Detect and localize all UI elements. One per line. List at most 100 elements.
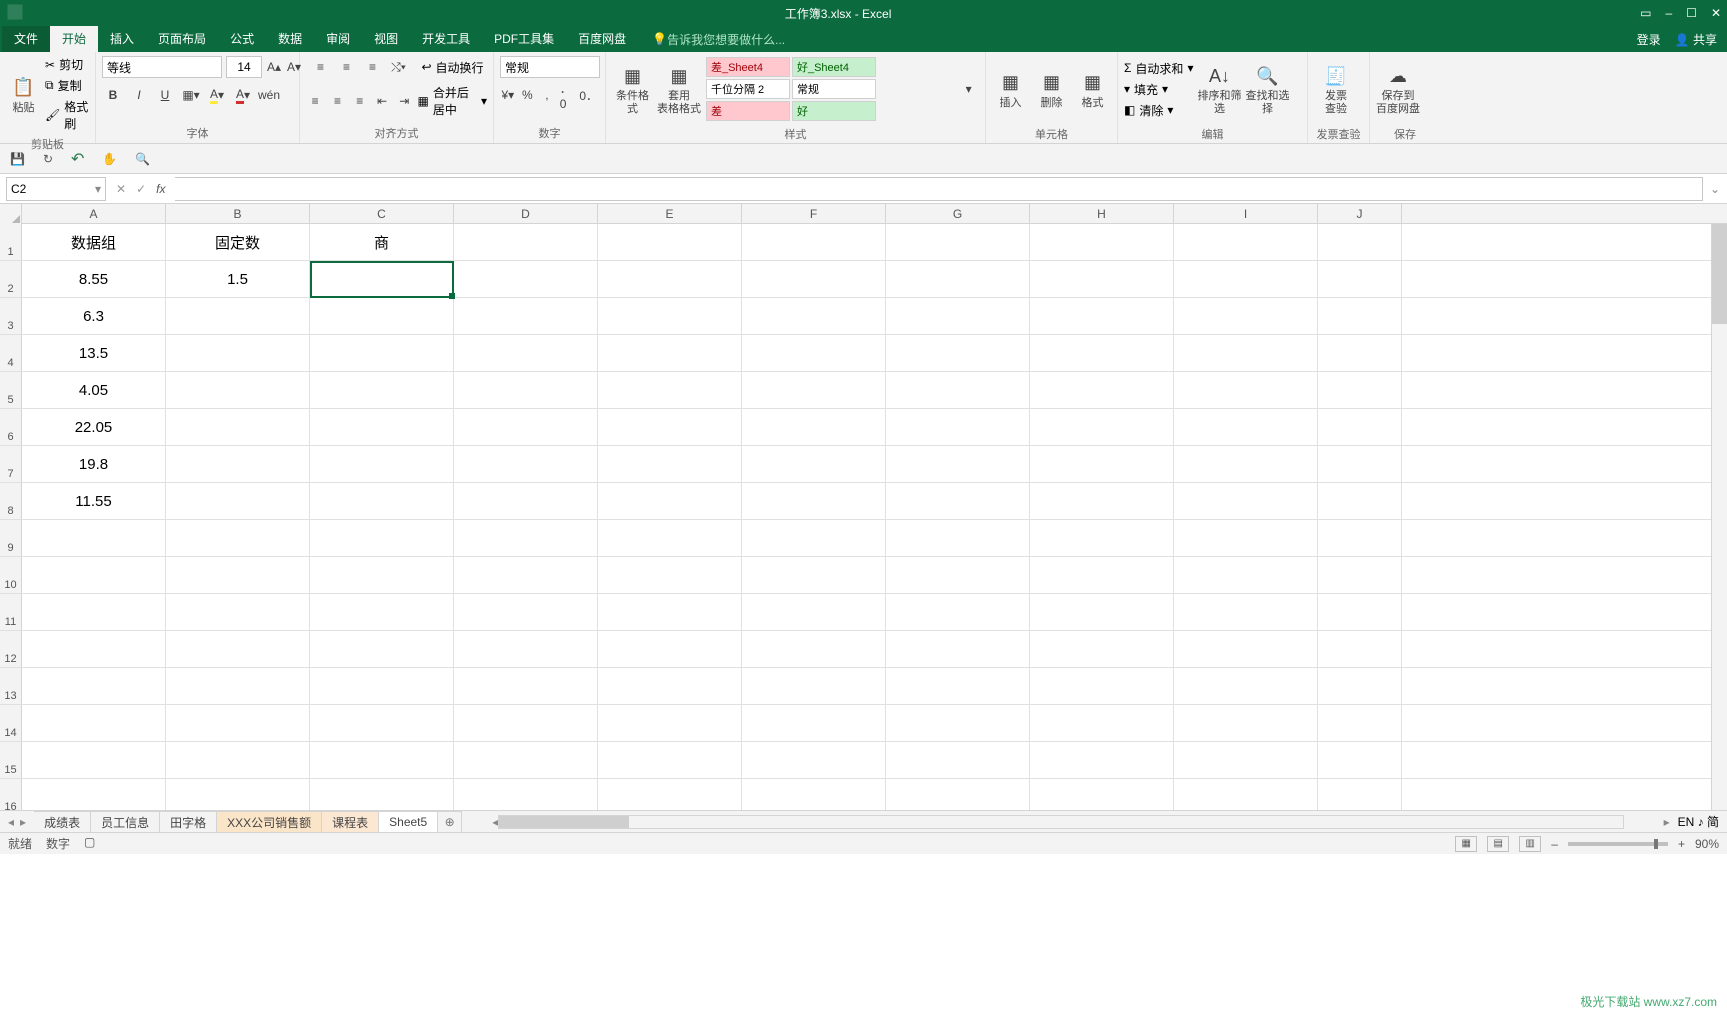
cell-H6[interactable]: [1030, 409, 1174, 445]
tab-formula[interactable]: 公式: [218, 26, 266, 52]
cell-E7[interactable]: [598, 446, 742, 482]
cell-J14[interactable]: [1318, 705, 1402, 741]
fx-icon[interactable]: fx: [156, 182, 165, 196]
cell-F16[interactable]: [742, 779, 886, 810]
cell-F15[interactable]: [742, 742, 886, 778]
tab-baidu[interactable]: 百度网盘: [566, 26, 638, 52]
cell-H7[interactable]: [1030, 446, 1174, 482]
cell-C14[interactable]: [310, 705, 454, 741]
phonetic-button[interactable]: wén: [258, 84, 280, 106]
insert-cells-button[interactable]: ▦插入: [992, 56, 1029, 122]
cell-D14[interactable]: [454, 705, 598, 741]
row-header[interactable]: 5: [0, 372, 22, 408]
cell-F1[interactable]: [742, 224, 886, 260]
sheet-nav-last-icon[interactable]: ▸: [20, 815, 26, 829]
cell-F9[interactable]: [742, 520, 886, 556]
bold-button[interactable]: B: [102, 84, 124, 106]
style-good[interactable]: 好: [792, 101, 876, 121]
sheet-tab-3[interactable]: 田字格: [160, 811, 217, 832]
row-header[interactable]: 7: [0, 446, 22, 482]
record-macro-icon[interactable]: ▢: [84, 835, 95, 852]
cell-C16[interactable]: [310, 779, 454, 810]
cell-E5[interactable]: [598, 372, 742, 408]
cell-G2[interactable]: [886, 261, 1030, 297]
cell-G13[interactable]: [886, 668, 1030, 704]
tab-dev[interactable]: 开发工具: [410, 26, 482, 52]
cell-E11[interactable]: [598, 594, 742, 630]
cell-G15[interactable]: [886, 742, 1030, 778]
style-normal[interactable]: 常规: [792, 79, 876, 99]
cell-H2[interactable]: [1030, 261, 1174, 297]
view-pagelayout-button[interactable]: ▤: [1487, 836, 1509, 852]
cell-J9[interactable]: [1318, 520, 1402, 556]
cell-C15[interactable]: [310, 742, 454, 778]
cell-I5[interactable]: [1174, 372, 1318, 408]
row-header[interactable]: 2: [0, 261, 22, 297]
view-pagebreak-button[interactable]: ▥: [1519, 836, 1541, 852]
minimize-icon[interactable]: –: [1665, 6, 1672, 20]
cell-A11[interactable]: [22, 594, 166, 630]
align-right-button[interactable]: ≡: [351, 90, 369, 112]
comma-button[interactable]: ,: [539, 84, 555, 106]
cell-B5[interactable]: [166, 372, 310, 408]
cell-C4[interactable]: [310, 335, 454, 371]
tab-view[interactable]: 视图: [362, 26, 410, 52]
cell-A9[interactable]: [22, 520, 166, 556]
fill-button[interactable]: ▾填充▾: [1124, 81, 1193, 98]
cell-H4[interactable]: [1030, 335, 1174, 371]
cell-E13[interactable]: [598, 668, 742, 704]
col-header-H[interactable]: H: [1030, 204, 1174, 223]
cell-B12[interactable]: [166, 631, 310, 667]
cell-A1[interactable]: 数据组: [22, 224, 166, 260]
merge-button[interactable]: ▦合并后居中▾: [417, 84, 487, 118]
cell-B15[interactable]: [166, 742, 310, 778]
cell-E10[interactable]: [598, 557, 742, 593]
cell-G6[interactable]: [886, 409, 1030, 445]
cell-C13[interactable]: [310, 668, 454, 704]
preview-button[interactable]: 🔍: [135, 152, 150, 166]
cell-J10[interactable]: [1318, 557, 1402, 593]
cell-J13[interactable]: [1318, 668, 1402, 704]
cell-F13[interactable]: [742, 668, 886, 704]
cell-H16[interactable]: [1030, 779, 1174, 810]
tell-me[interactable]: 💡 告诉我您想要做什么...: [652, 26, 785, 52]
share-button[interactable]: 👤 共享: [1675, 31, 1717, 48]
col-header-F[interactable]: F: [742, 204, 886, 223]
align-middle-button[interactable]: ≡: [335, 56, 357, 78]
login-link[interactable]: 登录: [1637, 31, 1661, 48]
cell-G7[interactable]: [886, 446, 1030, 482]
style-sep1000[interactable]: 千位分隔 2: [706, 79, 790, 99]
save-baidu-button[interactable]: ☁保存到 百度网盘: [1376, 56, 1420, 122]
col-header-G[interactable]: G: [886, 204, 1030, 223]
cell-E16[interactable]: [598, 779, 742, 810]
clear-button[interactable]: ◧清除▾: [1124, 102, 1193, 119]
cell-I2[interactable]: [1174, 261, 1318, 297]
cell-H10[interactable]: [1030, 557, 1174, 593]
cell-F6[interactable]: [742, 409, 886, 445]
col-header-J[interactable]: J: [1318, 204, 1402, 223]
cell-E4[interactable]: [598, 335, 742, 371]
cell-E3[interactable]: [598, 298, 742, 334]
cell-H15[interactable]: [1030, 742, 1174, 778]
align-bottom-button[interactable]: ≡: [361, 56, 383, 78]
tab-pdf[interactable]: PDF工具集: [482, 26, 566, 52]
cell-H9[interactable]: [1030, 520, 1174, 556]
cell-F5[interactable]: [742, 372, 886, 408]
cell-A8[interactable]: 11.55: [22, 483, 166, 519]
cell-D16[interactable]: [454, 779, 598, 810]
cell-A2[interactable]: 8.55: [22, 261, 166, 297]
cut-button[interactable]: ✂剪切: [45, 56, 89, 73]
cell-F4[interactable]: [742, 335, 886, 371]
cell-D13[interactable]: [454, 668, 598, 704]
select-all-corner[interactable]: [0, 204, 22, 224]
add-sheet-button[interactable]: ⊕: [438, 811, 462, 832]
tab-data[interactable]: 数据: [266, 26, 314, 52]
wrap-text-button[interactable]: ↩自动换行: [421, 59, 483, 76]
style-bad[interactable]: 差: [706, 101, 790, 121]
sheet-tab-6[interactable]: Sheet5: [379, 811, 438, 832]
cell-G10[interactable]: [886, 557, 1030, 593]
touch-button[interactable]: ✋: [102, 152, 117, 166]
cell-A4[interactable]: 13.5: [22, 335, 166, 371]
painter-button[interactable]: 🖌格式刷: [45, 98, 89, 132]
horizontal-scrollbar[interactable]: ◂ ▸: [462, 811, 1669, 832]
